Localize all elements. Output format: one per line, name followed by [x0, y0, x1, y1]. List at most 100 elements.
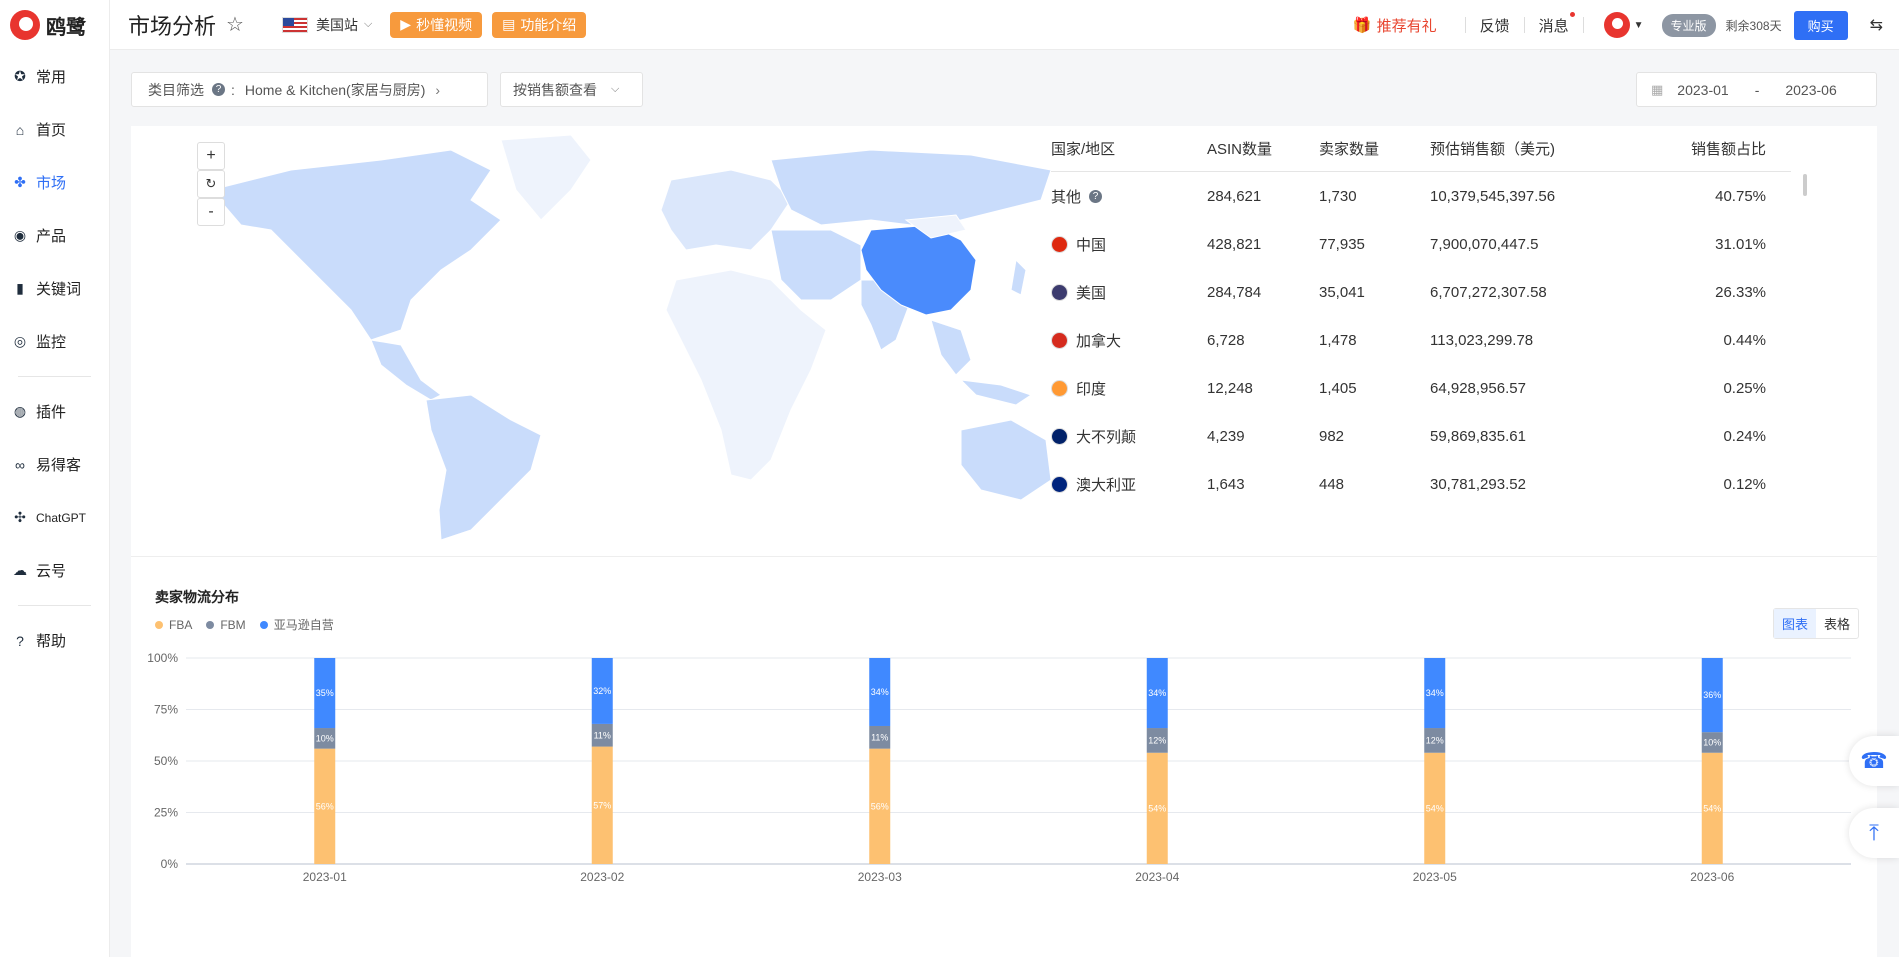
legend-item[interactable]: 亚马逊自营	[259, 616, 334, 633]
sidebar-item-1[interactable]: ✪ 常用	[0, 50, 109, 103]
flag-icon	[1051, 283, 1068, 301]
site-selector[interactable]: 美国站	[316, 15, 358, 35]
referral-link[interactable]: 🎁 推荐有礼	[1353, 15, 1437, 36]
country-cell: 加拿大	[1051, 330, 1207, 351]
star-icon: ✪	[14, 68, 26, 84]
x-tick-label: 2023-04	[1135, 870, 1179, 884]
category-filter[interactable]: 类目筛选 ? : Home & Kitchen(家居与厨房) ›	[131, 72, 488, 107]
legend-item[interactable]: FBM	[206, 616, 246, 633]
sellers-cell: 1,478	[1319, 331, 1357, 349]
table-row[interactable]: 中国 428,821 77,935 7,900,070,447.5 31.01%	[1051, 220, 1791, 268]
table-row[interactable]: 印度 12,248 1,405 64,928,956.57 0.25%	[1051, 364, 1791, 412]
intro-button[interactable]: ▤ 功能介绍	[492, 11, 587, 38]
back-to-top-icon[interactable]: ⤒	[1849, 808, 1899, 858]
world-map-svg	[210, 134, 1052, 541]
sidebar-item-3[interactable]: ✤ 市场	[0, 156, 109, 209]
zoom-in-button[interactable]: +	[197, 142, 225, 170]
sidebar-item-1[interactable]: ? 帮助	[0, 614, 109, 667]
date-end[interactable]: 2023-06	[1785, 82, 1836, 98]
days-left: 剩余308天	[1725, 18, 1782, 33]
chart-title: 卖家物流分布	[155, 589, 239, 605]
y-tick-label: 75%	[154, 703, 178, 717]
sidebar-item-6[interactable]: ◎ 监控	[0, 315, 109, 368]
chatgpt-icon: ✣	[14, 509, 26, 525]
country-name: 中国	[1076, 236, 1107, 254]
world-map[interactable]: + ↻ -	[171, 130, 1052, 550]
help-icon[interactable]: ?	[1089, 189, 1103, 203]
header-sellers[interactable]: 卖家数量	[1319, 138, 1430, 159]
sidebar-item-4[interactable]: ◉ 产品	[0, 209, 109, 262]
favorite-star-icon[interactable]: ☆	[226, 12, 244, 37]
country-table: 国家/地区 ASIN数量 卖家数量 预估销售额（美元) 销售额占比 其他? 284…	[1051, 126, 1791, 508]
flag-icon	[1051, 427, 1068, 445]
country-name: 加拿大	[1076, 332, 1122, 350]
header-country[interactable]: 国家/地区	[1051, 138, 1207, 159]
link-icon: ∞	[15, 456, 25, 473]
y-tick-label: 0%	[161, 857, 179, 871]
logo-text: 鸥鹭	[46, 16, 86, 39]
buy-button[interactable]: 购买	[1793, 10, 1848, 40]
table-row[interactable]: 其他? 284,621 1,730 10,379,545,397.56 40.75%	[1051, 172, 1791, 220]
view-switch: 图表 表格	[1772, 608, 1859, 639]
sidebar-item-3[interactable]: ✣ ChatGPT	[0, 491, 109, 544]
chart-legend: FBA FBM 亚马逊自营	[155, 616, 334, 633]
table-scrollbar[interactable]	[1803, 174, 1807, 196]
country-cell: 大不列颠	[1051, 426, 1207, 447]
asin-cell: 1,643	[1207, 475, 1245, 493]
caret-down-icon[interactable]: ▼	[1634, 20, 1644, 31]
sidebar-divider	[18, 376, 91, 377]
asin-cell: 12,248	[1207, 379, 1253, 397]
sidebar-item-1[interactable]: ◍ 插件	[0, 385, 109, 438]
table-tab[interactable]: 表格	[1816, 609, 1858, 638]
bar-data-label: 12%	[1426, 735, 1444, 745]
table-row[interactable]: 美国 284,784 35,041 6,707,272,307.58 26.33%	[1051, 268, 1791, 316]
bar-data-label: 36%	[1703, 690, 1721, 700]
asin-cell: 284,784	[1207, 283, 1262, 301]
logistics-chart: 0% 25% 50% 75% 100% 56% 10% 35% 2023-01 57% 11% 32%…	[147, 651, 1851, 884]
sidebar-item-5[interactable]: ▮ 关键词	[0, 262, 109, 315]
table-row[interactable]: 澳大利亚 1,643 448 30,781,293.52 0.12%	[1051, 460, 1791, 508]
x-tick-label: 2023-01	[303, 870, 347, 884]
sidebar-divider	[18, 605, 91, 606]
sellers-cell: 77,935	[1319, 235, 1365, 253]
header-share[interactable]: 销售额占比	[1636, 138, 1766, 159]
sidebar-item-2[interactable]: ⌂ 首页	[0, 103, 109, 156]
date-range-picker[interactable]: ▦ 2023-01 - 2023-06	[1636, 72, 1877, 107]
sidebar-item-label: 产品	[36, 228, 67, 245]
switch-icon[interactable]: ⇆	[1870, 15, 1883, 35]
header-sales[interactable]: 预估销售额（美元)	[1430, 138, 1636, 159]
sidebar-item-2[interactable]: ∞ 易得客	[0, 438, 109, 491]
messages-link[interactable]: 消息	[1539, 11, 1575, 36]
bar-data-label: 11%	[871, 732, 888, 742]
table-row[interactable]: 大不列颠 4,239 982 59,869,835.61 0.24%	[1051, 412, 1791, 460]
legend-item[interactable]: FBA	[155, 616, 192, 633]
date-start[interactable]: 2023-01	[1677, 82, 1728, 98]
notification-dot	[1569, 11, 1575, 17]
chart-tab[interactable]: 图表	[1773, 609, 1816, 638]
sidebar-item-label: 插件	[36, 404, 67, 421]
country-cell: 印度	[1051, 378, 1207, 399]
cloud-icon: ☁	[13, 562, 27, 578]
customer-service-icon[interactable]: ☎	[1849, 736, 1899, 786]
video-button[interactable]: ▶ 秒懂视频	[390, 11, 483, 38]
zoom-out-button[interactable]: -	[197, 198, 225, 226]
sales-cell: 7,900,070,447.5	[1430, 235, 1539, 253]
country-cell: 澳大利亚	[1051, 474, 1207, 495]
view-mode-select[interactable]: 按销售额查看 ⌵	[500, 72, 643, 107]
category-filter-label: 类目筛选	[148, 81, 204, 98]
reset-icon[interactable]: ↻	[197, 170, 225, 198]
table-row[interactable]: 加拿大 6,728 1,478 113,023,299.78 0.44%	[1051, 316, 1791, 364]
legend-dot	[259, 620, 268, 629]
x-tick-label: 2023-05	[1413, 870, 1457, 884]
avatar[interactable]	[1603, 12, 1630, 38]
intro-button-label: 功能介绍	[520, 16, 577, 33]
bar-data-label: 35%	[316, 688, 334, 698]
header-asin[interactable]: ASIN数量	[1207, 138, 1319, 159]
chevron-down-icon[interactable]: ⌵	[364, 18, 372, 31]
help-icon[interactable]: ?	[212, 83, 225, 96]
feedback-link[interactable]: 反馈	[1480, 15, 1510, 36]
country-name: 其他	[1051, 188, 1082, 206]
sidebar-item-4[interactable]: ☁ 云号	[0, 544, 109, 597]
sellers-cell: 1,730	[1319, 187, 1357, 205]
logo[interactable]: 鸥鹭	[0, 0, 109, 50]
